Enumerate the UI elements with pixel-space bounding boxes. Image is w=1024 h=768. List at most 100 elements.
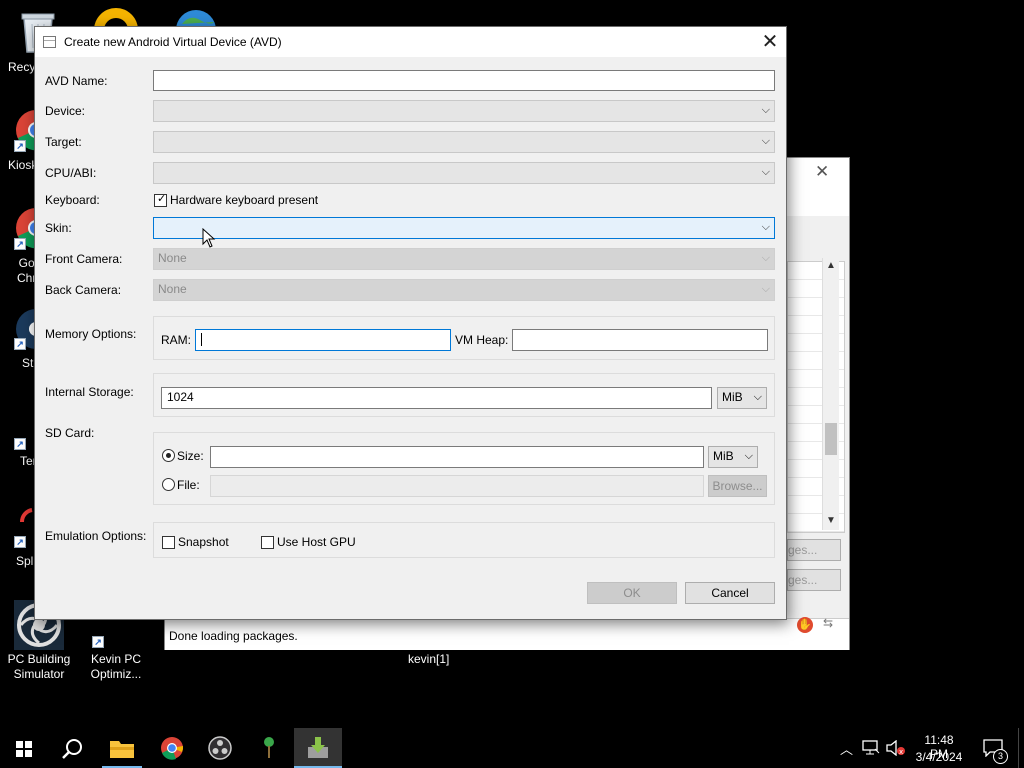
browse-button[interactable]: Browse... <box>708 475 767 497</box>
sd-file-input[interactable] <box>210 475 704 497</box>
desktop-icon-label: St <box>22 356 34 370</box>
create-avd-dialog: Create new Android Virtual Device (AVD) … <box>34 26 787 620</box>
sd-size-radio[interactable] <box>162 449 175 462</box>
chevron-down-icon: ⌵ <box>761 135 770 147</box>
sd-file-label[interactable]: File: <box>177 478 200 492</box>
chevron-down-icon: ⌵ <box>744 450 753 462</box>
window-icon <box>43 36 56 48</box>
desktop-icon-steam[interactable]: ↗ St <box>0 308 38 372</box>
desktop-icon-google-chrome[interactable]: ↗ Go Chr <box>0 206 38 288</box>
close-icon[interactable]: ✕ <box>815 162 829 182</box>
taskbar-obs[interactable] <box>196 728 244 768</box>
desktop-icon-label: Spl <box>16 554 34 568</box>
cancel-button[interactable]: Cancel <box>685 582 775 604</box>
start-button[interactable] <box>0 728 48 768</box>
packages-button-1[interactable]: ges... <box>787 539 841 561</box>
mouse-cursor-icon <box>202 228 216 248</box>
back-camera-label: Back Camera: <box>45 283 122 297</box>
sd-size-label[interactable]: Size: <box>177 449 204 463</box>
taskbar-chrome[interactable] <box>148 728 196 768</box>
scrollbar-thumb[interactable] <box>825 423 837 455</box>
network-icon[interactable] <box>862 740 880 756</box>
title-bar[interactable]: Create new Android Virtual Device (AVD) … <box>35 27 786 57</box>
close-button[interactable]: ✕ <box>757 31 783 53</box>
sd-card-label: SD Card: <box>45 426 95 440</box>
snapshot-checkbox[interactable] <box>162 536 175 549</box>
clock-date[interactable]: 3/4/2024 <box>913 750 965 764</box>
hardware-keyboard-checkbox[interactable]: ✓ <box>154 193 167 207</box>
taskbar-tree-app[interactable] <box>245 728 293 768</box>
cpu-abi-select[interactable]: ⌵ <box>153 162 775 184</box>
ram-input[interactable] <box>195 329 451 351</box>
norton-icon[interactable] <box>92 6 140 28</box>
avd-name-input[interactable] <box>153 70 775 91</box>
vm-heap-label: VM Heap: <box>455 333 509 347</box>
taskbar-android-sdk[interactable] <box>294 728 342 768</box>
log-icon[interactable]: ⇆ <box>823 616 833 630</box>
shortcut-arrow-icon: ↗ <box>92 636 104 648</box>
sd-file-radio[interactable] <box>162 478 175 491</box>
desktop-icon-split[interactable]: ↗ Spl <box>0 508 34 570</box>
stop-icon[interactable]: ✋ <box>797 617 813 633</box>
sd-size-unit-select[interactable]: MiB ⌵ <box>708 446 758 468</box>
chevron-down-icon: ⌵ <box>761 166 770 178</box>
shortcut-arrow-icon: ↗ <box>14 140 26 152</box>
svg-text:x: x <box>899 748 903 756</box>
hardware-keyboard-label[interactable]: Hardware keyboard present <box>170 193 318 207</box>
front-camera-select[interactable]: None ⌵ <box>153 248 775 270</box>
memory-options-label: Memory Options: <box>45 327 137 341</box>
snapshot-label[interactable]: Snapshot <box>178 535 229 549</box>
internal-storage-unit-select[interactable]: MiB ⌵ <box>717 387 767 409</box>
text-caret <box>201 333 202 347</box>
target-select[interactable]: ⌵ <box>153 131 775 153</box>
desktop-icon-terminal[interactable]: ↗ Ter <box>0 436 37 472</box>
taskbar: ︿ x 11:48 PM 3/4/2024 3 <box>0 728 1024 768</box>
chevron-up-icon[interactable]: ︿ <box>840 739 853 758</box>
package-list-scrollbar[interactable]: ▲ ▼ <box>822 258 839 530</box>
cpu-abi-label: CPU/ABI: <box>45 166 97 180</box>
internal-storage-input[interactable]: 1024 <box>161 387 712 409</box>
desktop-icon-label: Kevin PC Optimiz... <box>90 652 142 681</box>
vm-heap-input[interactable] <box>512 329 768 351</box>
volume-muted-icon[interactable]: x <box>886 740 906 756</box>
windows-icon <box>16 741 32 757</box>
show-desktop-button[interactable] <box>1018 728 1024 768</box>
desktop-icon-kevin-pc-optimizer[interactable]: ↗ Kevin PC Optimiz... <box>84 634 148 684</box>
packages-button-2[interactable]: ges... <box>787 569 841 591</box>
chevron-down-icon: ⌵ <box>761 252 770 264</box>
check-icon: ✓ <box>157 193 167 205</box>
split-app-icon <box>19 508 33 523</box>
skin-label: Skin: <box>45 221 72 235</box>
scroll-up-icon[interactable]: ▲ <box>826 260 836 271</box>
chrome-icon <box>161 737 184 760</box>
close-icon: ✕ <box>761 31 779 53</box>
emulation-options-group <box>153 522 775 558</box>
skin-select[interactable]: ⌵ <box>153 217 775 239</box>
sd-size-input[interactable] <box>210 446 704 468</box>
shortcut-arrow-icon: ↗ <box>14 536 26 548</box>
desktop-icon-kiosk[interactable]: ↗ Kiosk <box>0 108 38 176</box>
scroll-down-icon[interactable]: ▼ <box>826 515 836 526</box>
use-host-gpu-label[interactable]: Use Host GPU <box>277 535 356 549</box>
use-host-gpu-checkbox[interactable] <box>261 536 274 549</box>
obs-icon <box>208 736 232 760</box>
desktop-icon-label: PC Building Simulator <box>7 652 71 681</box>
ok-button[interactable]: OK <box>587 582 677 604</box>
chevron-down-icon: ⌵ <box>761 104 770 116</box>
chevron-down-icon: ⌵ <box>761 221 770 233</box>
keyboard-label: Keyboard: <box>45 193 100 207</box>
front-camera-label: Front Camera: <box>45 252 123 266</box>
globe-icon[interactable] <box>174 8 218 28</box>
emulation-options-label: Emulation Options: <box>45 529 147 543</box>
back-camera-select[interactable]: None ⌵ <box>153 279 775 301</box>
notification-count-badge: 3 <box>993 749 1008 764</box>
tree-icon <box>264 737 274 758</box>
avd-name-label: AVD Name: <box>45 74 108 88</box>
search-icon <box>62 739 82 759</box>
desktop-icon-label[interactable]: kevin[1] <box>408 652 449 666</box>
search-button[interactable] <box>48 728 96 768</box>
target-label: Target: <box>45 135 82 149</box>
device-select[interactable]: ⌵ <box>153 100 775 122</box>
taskbar-file-explorer[interactable] <box>98 728 146 768</box>
shortcut-arrow-icon: ↗ <box>14 438 26 450</box>
